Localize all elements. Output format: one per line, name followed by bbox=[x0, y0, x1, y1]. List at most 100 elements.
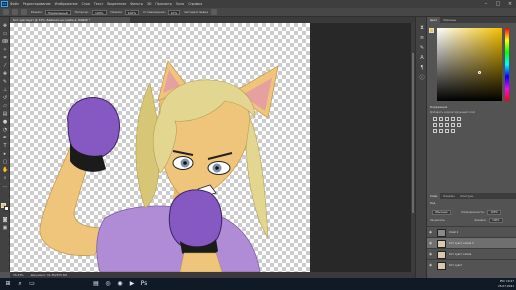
crop-tool-icon[interactable]: ⌗ bbox=[2, 55, 8, 61]
tab-color[interactable]: Цвет bbox=[427, 17, 441, 23]
menu-layers[interactable]: Слои bbox=[82, 2, 90, 6]
healing-tool-icon[interactable]: ✚ bbox=[2, 71, 8, 77]
move-tool-icon[interactable]: ✥ bbox=[2, 23, 8, 29]
document-canvas[interactable] bbox=[10, 23, 310, 272]
start-button-icon[interactable]: ⊞ bbox=[4, 280, 12, 288]
magic-wand-tool-icon[interactable]: ✧ bbox=[2, 47, 8, 53]
kind-filter[interactable]: Вид bbox=[430, 202, 435, 205]
screen-mode-icon[interactable]: ▣ bbox=[2, 225, 8, 231]
black-white-icon[interactable] bbox=[445, 123, 449, 127]
blur-tool-icon[interactable]: ● bbox=[2, 119, 8, 125]
lasso-tool-icon[interactable]: ↂ bbox=[2, 39, 8, 45]
info-panel-icon[interactable]: ⓘ bbox=[419, 75, 425, 81]
tab-paths[interactable]: Контуры bbox=[458, 193, 477, 199]
minimize-button[interactable]: – bbox=[480, 0, 492, 8]
layer-row[interactable]: ◉ Слой 1 bbox=[427, 226, 516, 237]
tab-layers[interactable]: Слои bbox=[427, 193, 441, 199]
mode-select[interactable]: Нормальный bbox=[44, 9, 71, 15]
quick-mask-icon[interactable]: ◙ bbox=[2, 217, 8, 223]
channel-mixer-icon[interactable] bbox=[457, 123, 461, 127]
threshold-icon[interactable] bbox=[445, 129, 449, 133]
visibility-eye-icon[interactable]: ◉ bbox=[429, 252, 433, 256]
brush-settings-icon[interactable] bbox=[21, 9, 27, 15]
layer-name[interactable]: Кот чувст bbox=[449, 260, 462, 271]
posterize-icon[interactable] bbox=[439, 129, 443, 133]
vibrance-icon[interactable] bbox=[457, 117, 461, 121]
scrollbar-thumb[interactable] bbox=[412, 53, 414, 213]
task-view-icon[interactable]: ▭ bbox=[28, 280, 36, 288]
canvas-area[interactable] bbox=[10, 23, 415, 272]
hue-saturation-icon[interactable] bbox=[433, 123, 437, 127]
background-color-swatch[interactable] bbox=[4, 206, 9, 211]
brush-preset-icon[interactable] bbox=[12, 9, 18, 15]
hue-slider[interactable] bbox=[505, 28, 509, 101]
eyedropper-tool-icon[interactable]: ⁄ bbox=[2, 63, 8, 69]
paragraph-panel-icon[interactable]: ¶ bbox=[419, 65, 425, 71]
layer-row[interactable]: ◉ Кот чувст копия bbox=[427, 248, 516, 259]
blend-mode-select[interactable]: Обычные bbox=[432, 210, 451, 215]
invert-icon[interactable] bbox=[433, 129, 437, 133]
clock-date[interactable]: 25.07.2021 bbox=[498, 284, 514, 288]
visibility-eye-icon[interactable]: ◉ bbox=[429, 230, 433, 234]
history-brush-tool-icon[interactable]: ↺ bbox=[2, 95, 8, 101]
layer-row[interactable]: ◉ Кот чувст bbox=[427, 259, 516, 270]
tab-swatches[interactable]: Образцы bbox=[440, 17, 459, 23]
auto-smooth-label[interactable]: Авторазгладка bbox=[184, 10, 208, 14]
character-panel-icon[interactable]: A bbox=[419, 55, 425, 61]
opacity-field[interactable]: 100% bbox=[91, 9, 107, 15]
curves-icon[interactable] bbox=[445, 117, 449, 121]
menu-window[interactable]: Окно bbox=[176, 2, 184, 6]
layer-opacity-field[interactable]: 100% bbox=[487, 210, 501, 215]
photoshop-taskbar-icon[interactable]: Ps bbox=[140, 280, 148, 288]
path-select-tool-icon[interactable]: ▸ bbox=[2, 151, 8, 157]
pen-tool-icon[interactable]: ✒ bbox=[2, 135, 8, 141]
levels-icon[interactable] bbox=[439, 117, 443, 121]
visibility-eye-icon[interactable]: ◉ bbox=[429, 263, 433, 267]
smoothing-field[interactable]: 10% bbox=[167, 9, 181, 15]
system-tray[interactable]: РУС 19:27 25.07.2021 bbox=[498, 279, 514, 289]
color-picker-field[interactable] bbox=[437, 28, 502, 101]
flow-field[interactable]: 100% bbox=[124, 9, 140, 15]
fill-field[interactable]: 100% bbox=[489, 218, 503, 223]
photo-filter-icon[interactable] bbox=[451, 123, 455, 127]
layer-row-selected[interactable]: ◉ Кот чувст копия 3 bbox=[427, 237, 516, 248]
tab-channels[interactable]: Каналы bbox=[440, 193, 457, 199]
menu-edit[interactable]: Редактирование bbox=[23, 2, 51, 6]
menu-view[interactable]: Просмотр bbox=[155, 2, 171, 6]
stamp-tool-icon[interactable]: ⊥ bbox=[2, 87, 8, 93]
visibility-eye-icon[interactable]: ◉ bbox=[429, 241, 433, 245]
color-picker-cursor[interactable] bbox=[478, 71, 481, 74]
current-foreground-swatch[interactable] bbox=[429, 28, 434, 33]
menu-help[interactable]: Справка bbox=[188, 2, 202, 6]
brightness-icon[interactable] bbox=[433, 117, 437, 121]
marquee-tool-icon[interactable]: ▭ bbox=[2, 31, 8, 37]
dodge-tool-icon[interactable]: ◔ bbox=[2, 127, 8, 133]
close-button[interactable]: × bbox=[504, 0, 516, 8]
menu-type[interactable]: Текст bbox=[94, 2, 103, 6]
menu-select[interactable]: Выделение bbox=[107, 2, 126, 6]
type-tool-icon[interactable]: T bbox=[2, 143, 8, 149]
chrome-taskbar-icon[interactable]: ◉ bbox=[116, 280, 124, 288]
keyboard-language[interactable]: РУС bbox=[500, 279, 505, 283]
zoom-level[interactable]: 33,33% bbox=[13, 273, 24, 277]
search-icon[interactable]: ⌕ bbox=[16, 280, 24, 288]
explorer-taskbar-icon[interactable]: ▤ bbox=[92, 280, 100, 288]
menu-filter[interactable]: Фильтр bbox=[130, 2, 143, 6]
eraser-tool-icon[interactable]: ▱ bbox=[2, 103, 8, 109]
shape-tool-icon[interactable]: ▢ bbox=[2, 159, 8, 165]
color-balance-icon[interactable] bbox=[439, 123, 443, 127]
home-icon[interactable] bbox=[3, 9, 9, 15]
menu-image[interactable]: Изображение bbox=[55, 2, 78, 6]
browser-taskbar-icon[interactable]: ◎ bbox=[104, 280, 112, 288]
exposure-icon[interactable] bbox=[451, 117, 455, 121]
history-panel-icon[interactable]: ⧗ bbox=[419, 25, 425, 31]
clock-time[interactable]: 19:27 bbox=[506, 279, 514, 283]
symmetry-icon[interactable] bbox=[211, 9, 218, 15]
brush-tool-icon[interactable]: ✎ bbox=[2, 79, 8, 85]
properties-panel-icon[interactable]: ≡ bbox=[419, 35, 425, 41]
brush-panel-icon[interactable]: ✎ bbox=[419, 45, 425, 51]
gradient-tool-icon[interactable]: ▤ bbox=[2, 111, 8, 117]
maximize-button[interactable]: □ bbox=[492, 0, 504, 8]
gradient-map-icon[interactable] bbox=[451, 129, 455, 133]
menu-file[interactable]: Файл bbox=[10, 2, 19, 6]
